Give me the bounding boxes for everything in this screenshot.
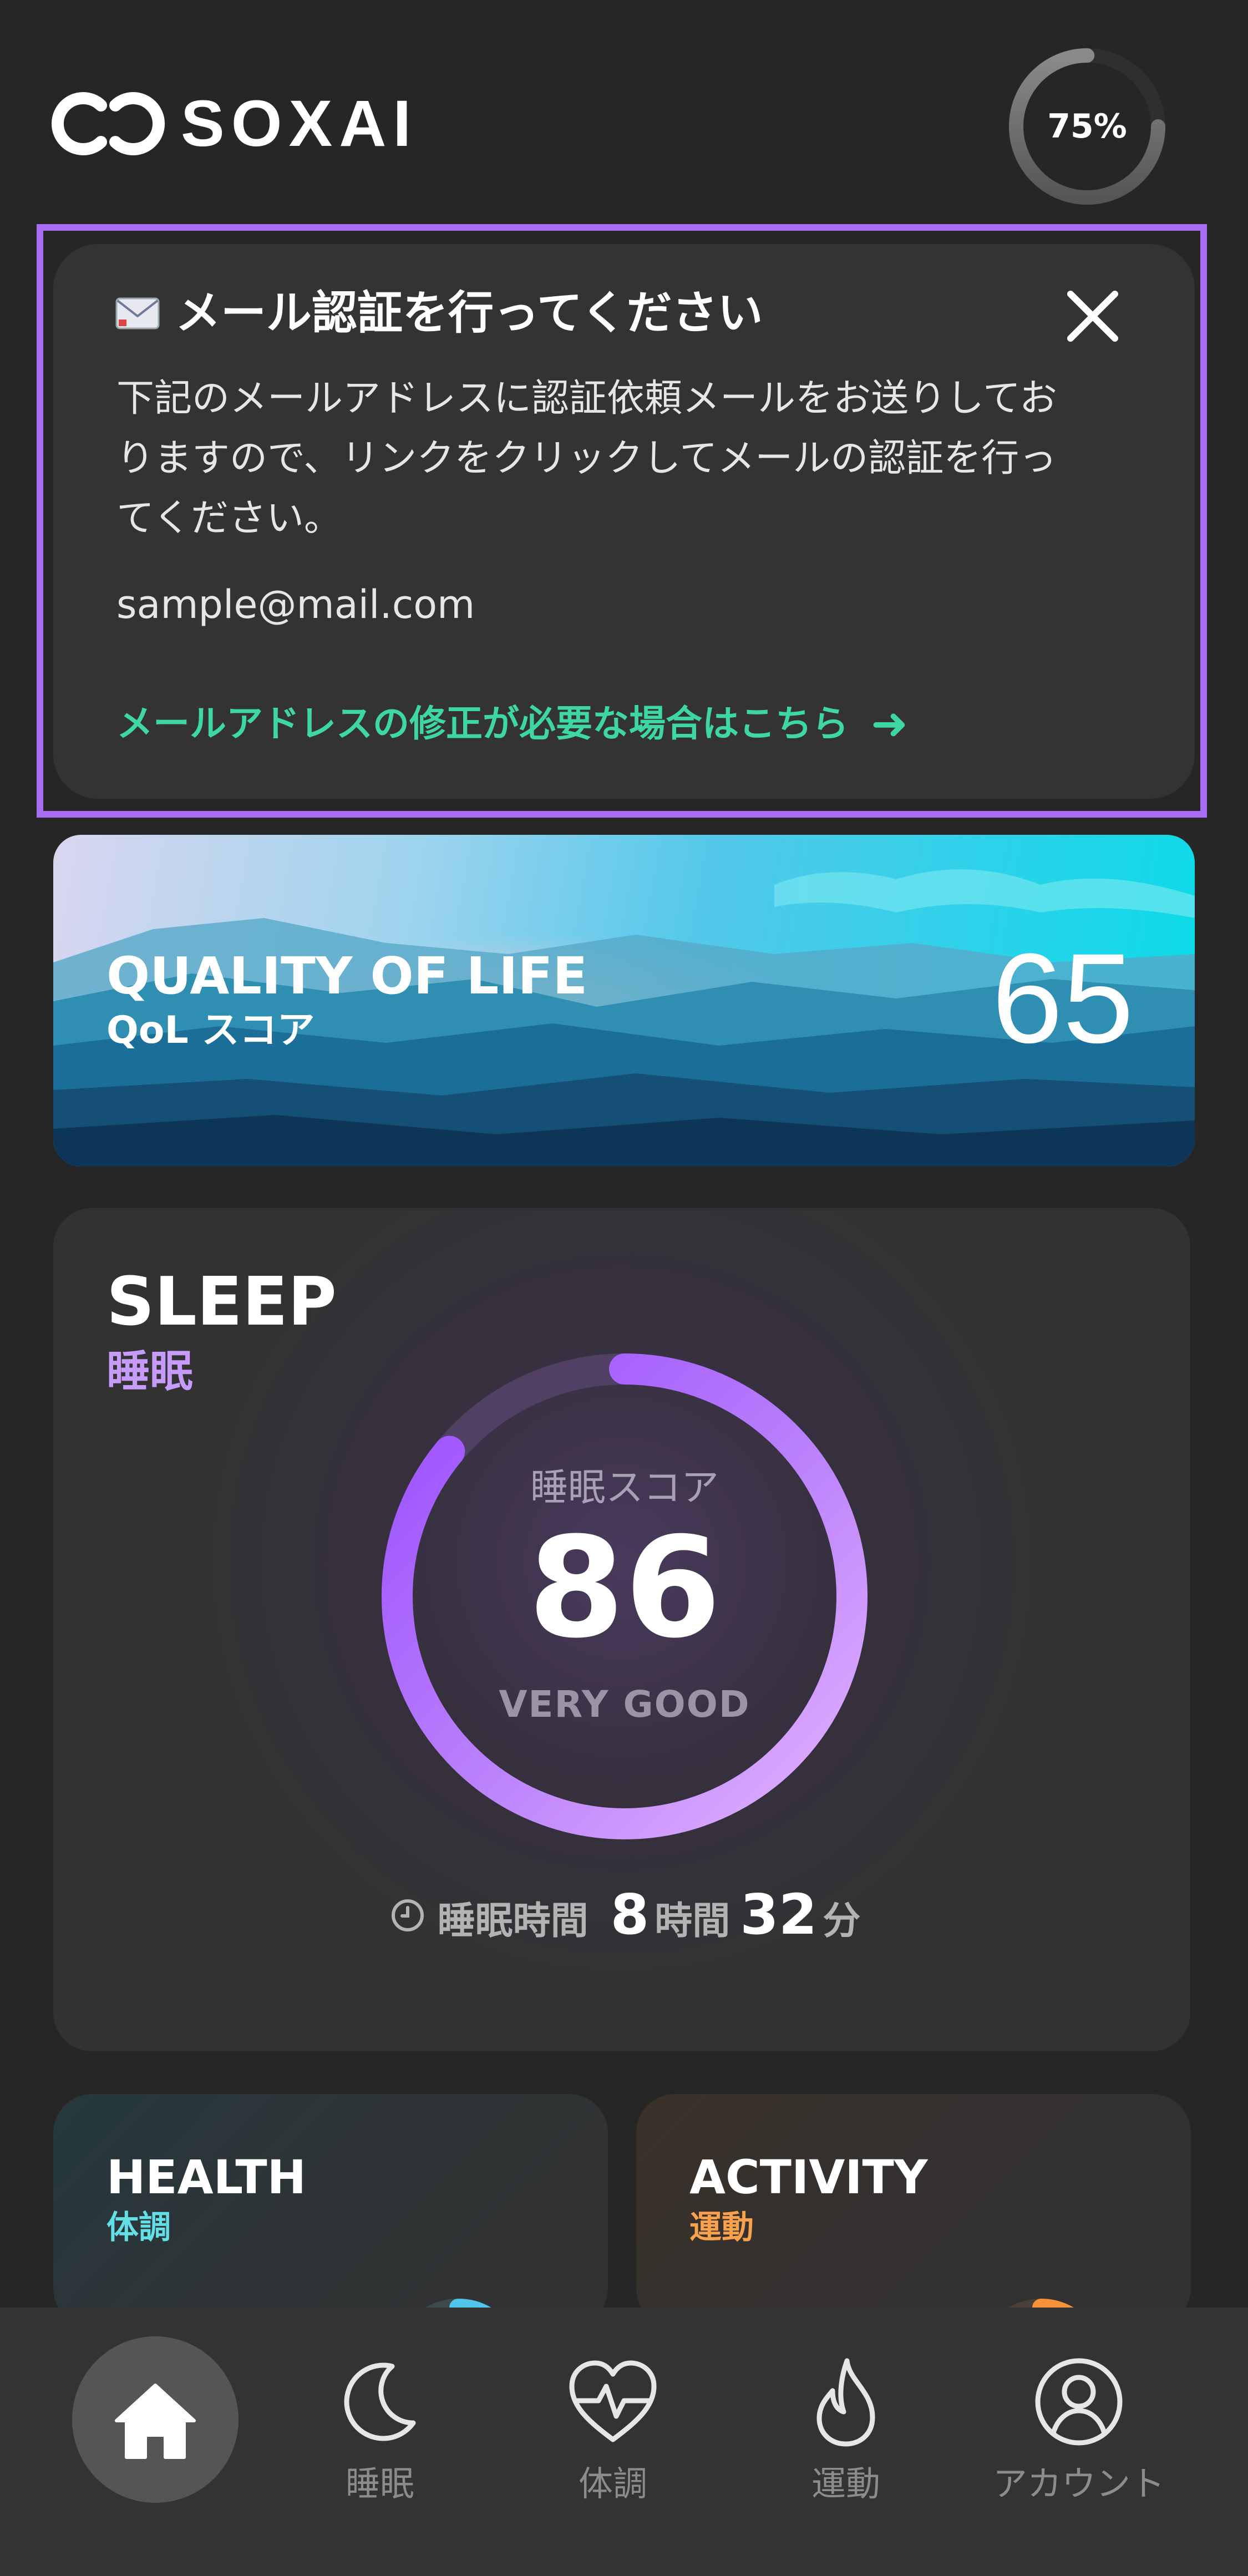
- notice-title-text: メール認証を行ってください: [175, 287, 763, 339]
- qol-card[interactable]: QUALITY OF LIFE QoL スコア 65: [53, 835, 1195, 1167]
- nav-label-health: 体調: [578, 2463, 647, 2504]
- sleep-hours-unit: 時間: [655, 1899, 730, 1943]
- qol-subtitle: QoL スコア: [106, 1008, 315, 1052]
- health-card[interactable]: HEALTH 体調: [53, 2094, 608, 2327]
- nav-home-button[interactable]: [72, 2336, 239, 2503]
- close-notice-button[interactable]: [1059, 283, 1126, 349]
- clock-icon: [391, 1899, 424, 1931]
- sleep-duration-label: 睡眠時間: [437, 1899, 589, 1943]
- activity-subtitle: 運動: [689, 2208, 754, 2246]
- envelope-icon: [115, 297, 160, 329]
- account-icon: [1035, 2358, 1123, 2446]
- notice-title: メール認証を行ってください: [115, 286, 763, 341]
- notice-email-address: sample@mail.com: [116, 582, 475, 627]
- nav-item-health[interactable]: 体調: [502, 2352, 724, 2506]
- nav-item-sleep[interactable]: 睡眠: [269, 2352, 491, 2506]
- arrow-right-icon: ➜: [871, 698, 909, 749]
- nav-label-sleep: 睡眠: [345, 2463, 414, 2504]
- sleep-score-label: 睡眠スコア: [530, 1466, 719, 1510]
- soxai-logo-icon: [52, 92, 165, 155]
- app-logo: SOXAI: [50, 82, 427, 165]
- nav-label-account: アカウント: [992, 2463, 1165, 2504]
- health-title: HEALTH: [106, 2150, 306, 2204]
- battery-indicator[interactable]: 75%: [1004, 43, 1170, 210]
- activity-title: ACTIVITY: [689, 2150, 928, 2204]
- battery-percent: 75%: [1047, 107, 1127, 146]
- sleep-hours: 8: [610, 1882, 650, 1947]
- logo-text: SOXAI: [181, 87, 418, 160]
- notice-body-text: 下記のメールアドレスに認証依頼メールをお送りしておりますので、リンクをクリックし…: [116, 377, 1057, 540]
- nav-label-activity: 運動: [811, 2463, 880, 2504]
- sleep-minutes-unit: 分: [823, 1899, 861, 1943]
- flame-icon: [816, 2358, 875, 2447]
- sleep-title: SLEEP: [106, 1264, 337, 1341]
- sleep-grade: VERY GOOD: [499, 1683, 750, 1726]
- close-icon: [1067, 291, 1118, 342]
- qol-title: QUALITY OF LIFE: [106, 946, 588, 1006]
- nav-item-account[interactable]: アカウント: [968, 2352, 1190, 2506]
- home-icon: [115, 2384, 196, 2459]
- health-subtitle: 体調: [106, 2208, 171, 2246]
- qol-score: 65: [992, 927, 1134, 1069]
- nav-item-activity[interactable]: 運動: [735, 2352, 957, 2506]
- fix-email-link[interactable]: メールアドレスの修正が必要な場合はこちら ➜: [116, 696, 908, 752]
- activity-card[interactable]: ACTIVITY 運動: [636, 2094, 1191, 2327]
- moon-icon: [344, 2362, 416, 2441]
- fix-email-link-text: メールアドレスの修正が必要な場合はこちら: [116, 702, 849, 745]
- sleep-card[interactable]: SLEEP 睡眠 睡眠スコア 86 VERY GOOD 睡眠時間 8 時間 32…: [53, 1208, 1190, 2051]
- heart-pulse-icon: [569, 2360, 657, 2442]
- sleep-subtitle: 睡眠: [106, 1347, 194, 1397]
- sleep-duration: 睡眠時間 8 時間 32 分: [381, 1882, 880, 1949]
- sleep-minutes: 32: [740, 1882, 818, 1947]
- sleep-score-value: 86: [528, 1507, 721, 1669]
